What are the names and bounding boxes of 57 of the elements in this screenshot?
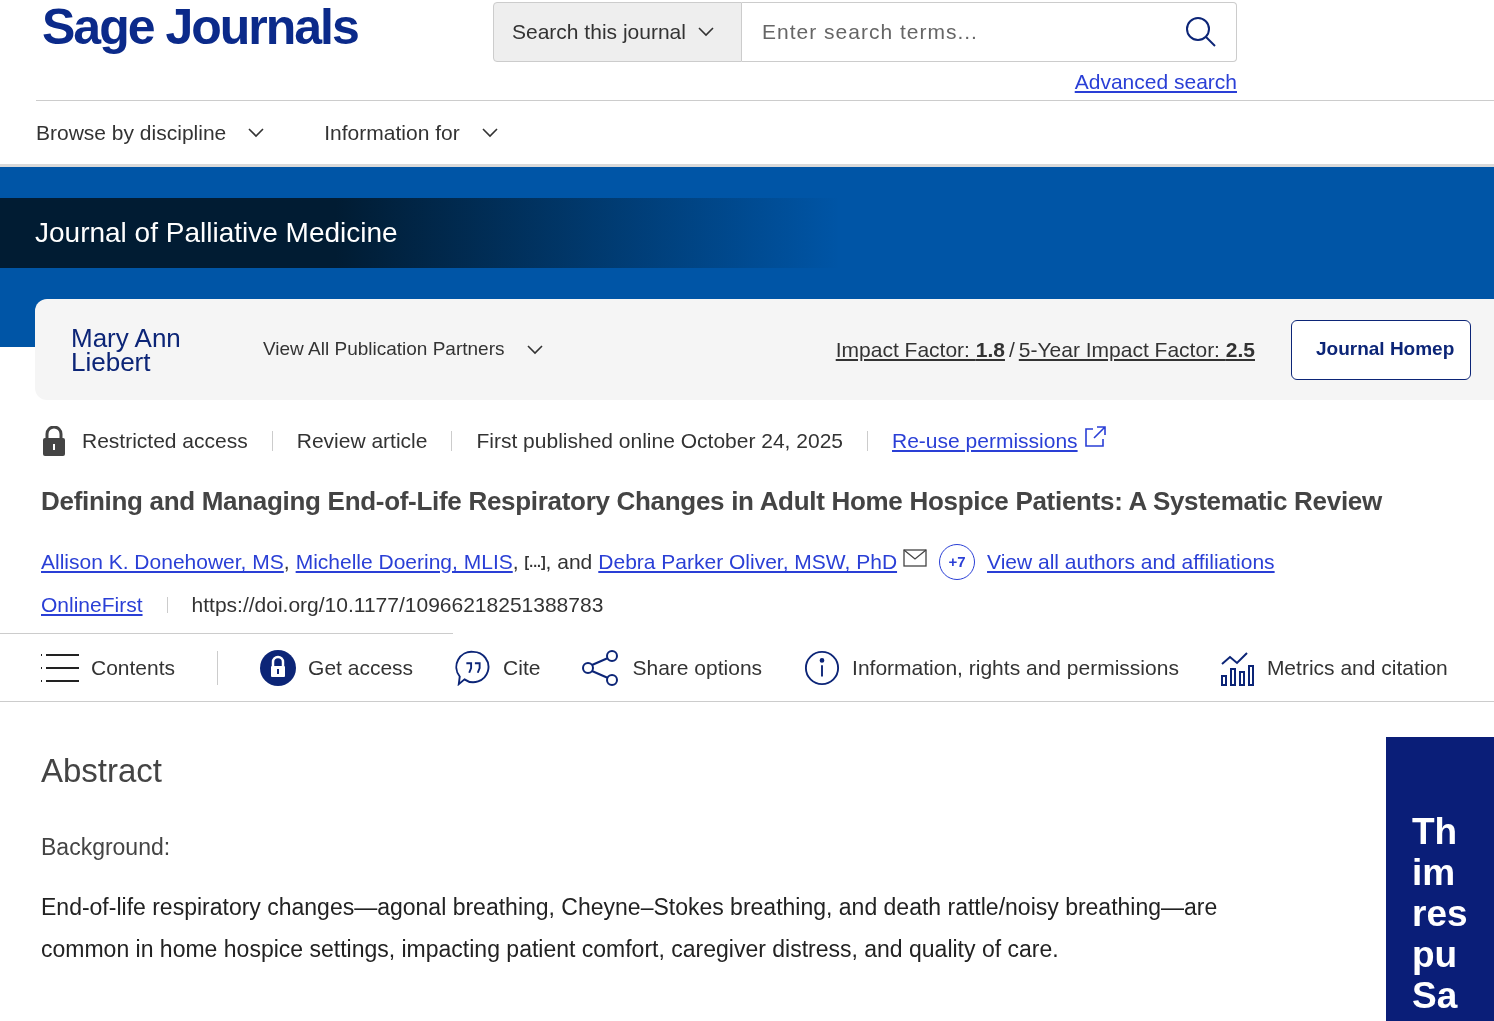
author-link[interactable]: Michelle Doering, MLIS bbox=[295, 546, 513, 578]
chevron-down-icon bbox=[248, 127, 265, 138]
author-separator: , bbox=[283, 549, 290, 576]
abstract-paragraph: End-of-life respiratory changes—agonal breathing, Cheyne–Stokes breathing, and death rattle/noisy breathing—are common in home hospice settings, impacting patient comfort, caregiver distress, and quality of care. bbox=[41, 893, 1219, 964]
share-icon bbox=[582, 649, 621, 686]
chevron-down-icon bbox=[481, 127, 498, 138]
search-field[interactable]: Enter search terms... bbox=[742, 2, 1237, 62]
toolbar-button[interactable]: Contents bbox=[41, 651, 176, 684]
chevron-down-icon bbox=[526, 344, 543, 355]
lock-icon bbox=[260, 649, 297, 686]
article-title: Defining and Managing End-of-Life Respiratory Changes in Adult Home Hospice Patients: A Systematic Review bbox=[41, 485, 1383, 518]
ad-text: Th bbox=[1412, 811, 1459, 852]
search-scope-dropdown[interactable]: Search this journal bbox=[493, 2, 742, 62]
toolbar-button[interactable]: Cite bbox=[455, 649, 541, 686]
menu-icon bbox=[41, 652, 79, 683]
separator-text: / bbox=[1008, 336, 1015, 363]
chevron-down-icon bbox=[697, 27, 714, 37]
advanced-search-link[interactable]: Advanced search bbox=[1074, 66, 1237, 98]
info-icon bbox=[804, 649, 841, 686]
article-info: First published online October 24, 2025 bbox=[476, 428, 843, 455]
author-link[interactable]: Debra Parker Oliver, MSW, PhD bbox=[598, 546, 898, 578]
section-heading: Background: bbox=[41, 832, 172, 862]
abstract-heading: Abstract bbox=[41, 751, 164, 791]
toolbar-button[interactable]: Get access bbox=[260, 649, 414, 686]
journal-homepage-button[interactable]: Journal Homep bbox=[1291, 319, 1471, 380]
toolbar-button[interactable]: Information, rights and permissions bbox=[804, 649, 1179, 686]
ad-text: pu bbox=[1412, 934, 1459, 975]
article-info: Review article bbox=[296, 428, 428, 455]
author-link[interactable]: Allison K. Donehower, MS bbox=[41, 546, 284, 578]
author-separator: , bbox=[512, 549, 519, 576]
five-year-impact-factor-link[interactable]: 5-Year Impact Factor: 2.5 bbox=[1018, 333, 1255, 366]
ad-text: im bbox=[1412, 852, 1457, 893]
nav-menu[interactable]: Information for bbox=[324, 116, 498, 149]
access-status: Restricted access bbox=[82, 428, 248, 455]
lock-icon bbox=[42, 426, 66, 456]
issue-link[interactable]: OnlineFirst bbox=[41, 589, 143, 621]
toolbar-button[interactable]: Share options bbox=[582, 649, 763, 686]
toolbar-button[interactable]: Metrics and citation bbox=[1220, 649, 1448, 686]
bar-chart-icon bbox=[1220, 649, 1255, 686]
partners-dropdown[interactable]: View All Publication Partners bbox=[263, 335, 543, 364]
site-logo[interactable]: Sage Journals bbox=[42, 0, 358, 55]
author-separator: , and bbox=[545, 549, 593, 576]
permissions-link[interactable]: Re-use permissions bbox=[892, 425, 1078, 457]
partner-logo[interactable]: Mary Ann Liebert bbox=[71, 325, 201, 374]
doi-text: https://doi.org/10.1177/10966218251388783 bbox=[191, 592, 604, 619]
nav-menu[interactable]: Browse by discipline bbox=[36, 116, 265, 149]
quote-icon bbox=[455, 649, 492, 686]
ad-text: Sa bbox=[1412, 975, 1459, 1016]
view-all-authors-link[interactable]: View all authors and affiliations bbox=[987, 546, 1275, 578]
mail-icon[interactable] bbox=[903, 549, 928, 567]
ad-text: res bbox=[1412, 893, 1469, 934]
journal-title[interactable]: Journal of Palliative Medicine bbox=[35, 212, 398, 254]
search-icon[interactable] bbox=[1185, 16, 1217, 48]
more-authors-ellipsis[interactable]: [...] bbox=[524, 551, 546, 573]
advertisement-banner[interactable]: Th im res pu Sa bbox=[1386, 737, 1494, 1021]
external-link-icon bbox=[1083, 426, 1106, 448]
impact-factor-link[interactable]: Impact Factor: 1.8 bbox=[835, 333, 1005, 366]
